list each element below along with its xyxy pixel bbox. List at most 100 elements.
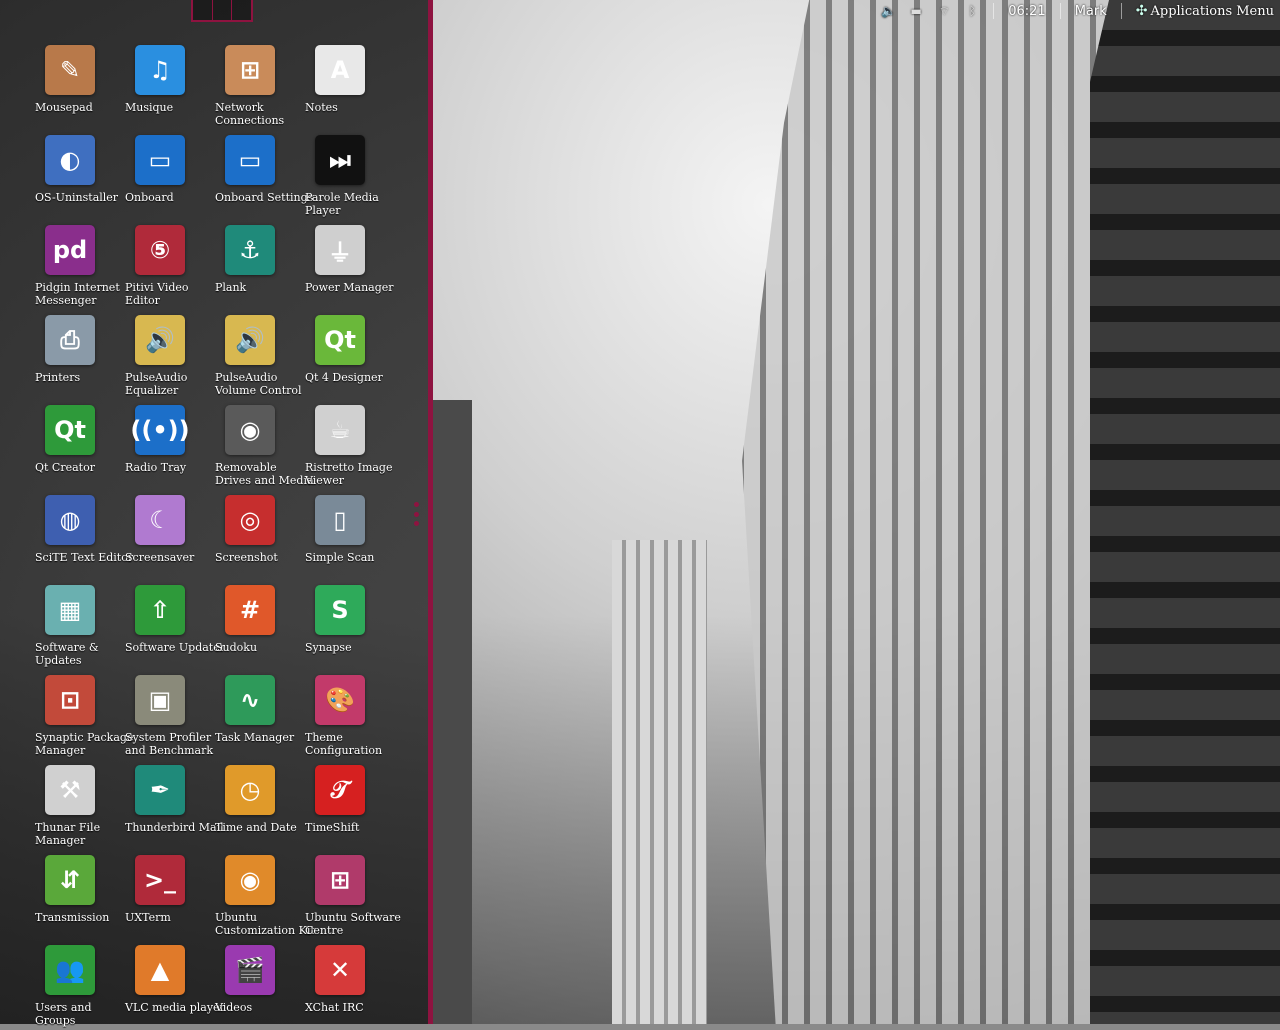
app-launcher-item[interactable]: 🎨 Theme Configuration bbox=[303, 670, 393, 760]
app-label: Mousepad bbox=[35, 101, 93, 114]
package-box-icon: ▦ bbox=[45, 585, 95, 635]
app-launcher-item[interactable]: ((•)) Radio Tray bbox=[123, 400, 213, 490]
speaker-icon: 🔊 bbox=[225, 315, 275, 365]
app-launcher-item[interactable]: ⎙ Printers bbox=[33, 310, 123, 400]
app-label: Onboard bbox=[125, 191, 174, 204]
app-launcher-item[interactable]: ✕ XChat IRC bbox=[303, 940, 393, 1030]
app-label: Notes bbox=[305, 101, 338, 114]
app-launcher-item[interactable]: ✒ Thunderbird Mail bbox=[123, 760, 224, 850]
app-launcher-item[interactable]: ⇵ Transmission bbox=[33, 850, 123, 940]
volume-icon[interactable]: 🔈 bbox=[881, 4, 896, 18]
app-launcher-item[interactable]: ▭ Onboard bbox=[123, 130, 213, 220]
app-label: XChat IRC bbox=[305, 1001, 364, 1014]
qt-creator-icon: Qt bbox=[45, 405, 95, 455]
top-panel: 🔈 ▬ ⌔ ᛒ 06:21 Mark ✣ Applications Menu bbox=[881, 0, 1280, 22]
app-launcher-item[interactable]: S Synapse bbox=[303, 580, 393, 670]
app-label: Power Manager bbox=[305, 281, 394, 294]
app-label: Task Manager bbox=[215, 731, 295, 744]
app-launcher-item[interactable]: ▦ Software & Updates bbox=[33, 580, 123, 670]
app-label: Thunar File Manager bbox=[35, 821, 101, 847]
app-launcher-item[interactable]: ⊞ Network Connections bbox=[213, 40, 303, 130]
bluetooth-icon[interactable]: ᛒ bbox=[965, 4, 979, 18]
app-launcher-item[interactable]: ⏚ Power Manager bbox=[303, 220, 394, 310]
radio-antenna-icon: ((•)) bbox=[130, 405, 190, 455]
app-launcher-item[interactable]: ◉ Ubuntu Customization Kit bbox=[213, 850, 315, 940]
app-launcher-item[interactable]: # Sudoku bbox=[213, 580, 303, 670]
transmission-icon: ⇵ bbox=[45, 855, 95, 905]
app-launcher-item[interactable]: ◎ Screenshot bbox=[213, 490, 303, 580]
app-launcher-item[interactable]: ♫ Musique bbox=[123, 40, 213, 130]
synapse-icon: S bbox=[315, 585, 365, 635]
terminal-icon: >_ bbox=[135, 855, 185, 905]
app-label: Software Updater bbox=[125, 641, 225, 654]
onboard-settings-icon: ▭ bbox=[225, 135, 275, 185]
app-launcher-item[interactable]: 🔊 PulseAudio Equalizer bbox=[123, 310, 213, 400]
workspace-1[interactable] bbox=[193, 0, 213, 20]
workspace-pager[interactable] bbox=[191, 0, 253, 22]
app-launcher-item[interactable]: ☾ Screensaver bbox=[123, 490, 213, 580]
app-launcher-item[interactable]: ◐ OS-Uninstaller bbox=[33, 130, 123, 220]
app-launcher-item[interactable]: ⚒ Thunar File Manager bbox=[33, 760, 123, 850]
app-launcher-item[interactable]: 🔊 PulseAudio Volume Control bbox=[213, 310, 303, 400]
user-menu[interactable]: Mark bbox=[1075, 4, 1107, 19]
software-updater-icon: ⇧ bbox=[135, 585, 185, 635]
app-label: Simple Scan bbox=[305, 551, 375, 564]
app-launcher-item[interactable]: >_ UXTerm bbox=[123, 850, 213, 940]
app-launcher-item[interactable]: A Notes bbox=[303, 40, 393, 130]
printer-icon: ⎙ bbox=[45, 315, 95, 365]
network-icon[interactable]: ⌔ bbox=[937, 4, 951, 18]
app-launcher-item[interactable]: ⇧ Software Updater bbox=[123, 580, 225, 670]
sudoku-icon: # bbox=[225, 585, 275, 635]
workspace-2[interactable] bbox=[212, 0, 233, 20]
app-grid: ✎ Mousepad ♫ Musique ⊞ Network Connections A No… bbox=[33, 40, 413, 1030]
app-label: Qt Creator bbox=[35, 461, 95, 474]
app-launcher-item[interactable]: ☕ Ristretto Image Viewer bbox=[303, 400, 393, 490]
app-launcher-item[interactable]: ◍ SciTE Text Editor bbox=[33, 490, 133, 580]
app-launcher-item[interactable]: ▣ System Profiler and Benchmark bbox=[123, 670, 213, 760]
app-launcher-item[interactable]: ▲ VLC media player bbox=[123, 940, 225, 1030]
app-label: Ristretto Image Viewer bbox=[305, 461, 393, 487]
app-label: Parole Media Player bbox=[305, 191, 379, 217]
app-launcher-item[interactable]: ⊡ Synaptic Package Manager bbox=[33, 670, 133, 760]
app-launcher-item[interactable]: Qt Qt Creator bbox=[33, 400, 123, 490]
app-label: Ubuntu Customization Kit bbox=[215, 911, 315, 937]
palette-icon: 🎨 bbox=[315, 675, 365, 725]
app-launcher-item[interactable]: ◷ Time and Date bbox=[213, 760, 303, 850]
app-label: Network Connections bbox=[215, 101, 285, 127]
app-launcher-item[interactable]: ⏭ Parole Media Player bbox=[303, 130, 393, 220]
app-label: Theme Configuration bbox=[305, 731, 383, 757]
scanner-icon: ▯ bbox=[315, 495, 365, 545]
workspace-3[interactable] bbox=[232, 0, 252, 20]
app-label: Qt 4 Designer bbox=[305, 371, 383, 384]
applications-menu-button[interactable]: ✣ Applications Menu bbox=[1136, 3, 1274, 19]
app-label: OS-Uninstaller bbox=[35, 191, 119, 204]
launcher-border bbox=[428, 0, 433, 1024]
app-label: Thunderbird Mail bbox=[125, 821, 224, 834]
app-launcher-item[interactable]: ◉ Removable Drives and Media bbox=[213, 400, 314, 490]
panel-separator bbox=[1120, 3, 1122, 19]
app-label: Onboard Settings bbox=[215, 191, 314, 204]
app-label: Pidgin Internet Messenger bbox=[35, 281, 120, 307]
chip-icon: ▣ bbox=[135, 675, 185, 725]
panel-resize-handle[interactable] bbox=[414, 502, 420, 526]
app-launcher-item[interactable]: pd Pidgin Internet Messenger bbox=[33, 220, 123, 310]
app-launcher-item[interactable]: ▭ Onboard Settings bbox=[213, 130, 313, 220]
app-launcher-item[interactable]: 🎬 Videos bbox=[213, 940, 303, 1030]
app-launcher-item[interactable]: ✎ Mousepad bbox=[33, 40, 123, 130]
battery-icon[interactable]: ▬ bbox=[909, 4, 923, 18]
app-label: VLC media player bbox=[125, 1001, 225, 1014]
app-launcher-item[interactable]: Qt Qt 4 Designer bbox=[303, 310, 393, 400]
thunderbird-icon: ✒ bbox=[135, 765, 185, 815]
app-launcher-item[interactable]: 𝒯 TimeShift bbox=[303, 760, 393, 850]
app-launcher-item[interactable]: ∿ Task Manager bbox=[213, 670, 303, 760]
app-label: Synaptic Package Manager bbox=[35, 731, 134, 757]
app-launcher-item[interactable]: ▯ Simple Scan bbox=[303, 490, 393, 580]
app-label: UXTerm bbox=[125, 911, 171, 924]
xchat-icon: ✕ bbox=[315, 945, 365, 995]
app-launcher-item[interactable]: ⑤ Pitivi Video Editor bbox=[123, 220, 213, 310]
app-launcher-item[interactable]: ⊞ Ubuntu Software Centre bbox=[303, 850, 401, 940]
timeshift-icon: 𝒯 bbox=[315, 765, 365, 815]
app-launcher-item[interactable]: ⚓ Plank bbox=[213, 220, 303, 310]
clock[interactable]: 06:21 bbox=[1008, 4, 1045, 19]
app-launcher-item[interactable]: 👥 Users and Groups bbox=[33, 940, 123, 1030]
